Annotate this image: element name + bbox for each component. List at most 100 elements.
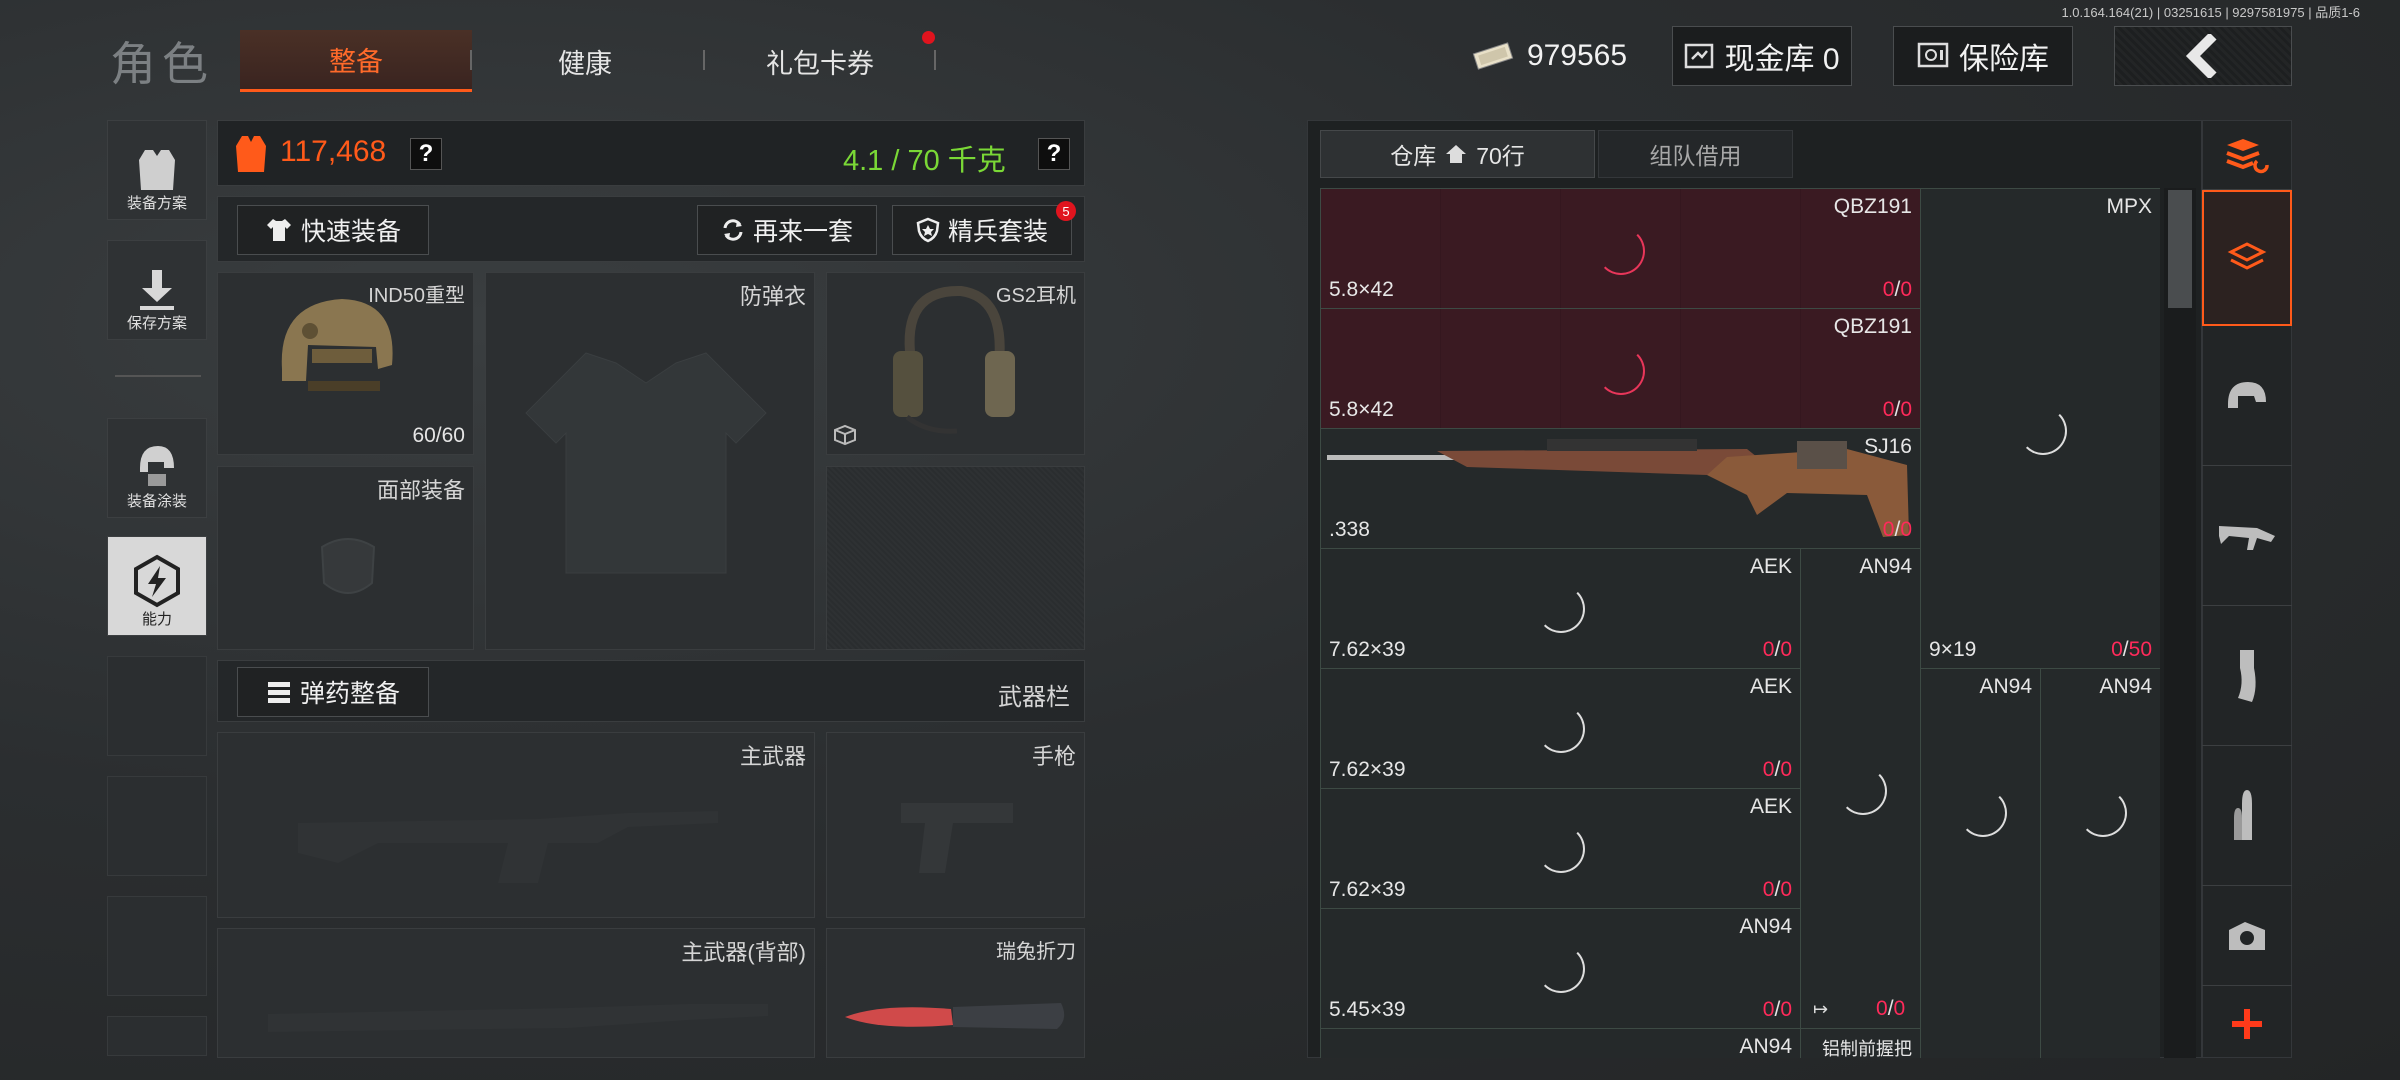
storage-item[interactable]: AEK 7.62×39 0/0: [1321, 549, 1801, 669]
back-weapon-label: 主武器(背部): [681, 940, 806, 965]
item-name: AN94: [1739, 1035, 1792, 1058]
shield-icon: [916, 217, 940, 243]
pistol-placeholder-icon: [901, 803, 1013, 873]
storage-item[interactable]: AN94: [1921, 669, 2041, 1058]
storage-item[interactable]: AN94: [1801, 549, 1921, 1029]
page-title: 角色: [110, 38, 214, 90]
item-name: AN94: [1859, 555, 1912, 578]
tab-team-borrow[interactable]: 组队借用: [1598, 130, 1793, 178]
item-name: AEK: [1749, 675, 1792, 698]
money-amount: 979565: [1526, 39, 1628, 72]
item-caliber: 7.62×39: [1329, 878, 1406, 901]
storage-item[interactable]: SJ16 .338 0/0: [1321, 429, 1921, 549]
value-vest-icon: [236, 136, 266, 172]
item-ammo: 0/0: [1882, 518, 1912, 541]
refresh-category-button[interactable]: [2202, 120, 2292, 190]
category-helmet[interactable]: [2202, 330, 2292, 466]
item-ammo: 0/0: [1882, 278, 1912, 301]
category-all[interactable]: [2202, 190, 2292, 326]
mask-placeholder-icon: [320, 538, 376, 594]
ability-label: 能力: [141, 611, 172, 628]
item-ammo: 0/0: [1762, 998, 1792, 1021]
loadout-plan-button[interactable]: 装备方案: [107, 120, 207, 220]
storage-item[interactable]: AEK 7.62×39 0/0: [1321, 789, 1801, 909]
item-name: AN94: [1979, 675, 2032, 698]
helmet-durability: 60/60: [412, 424, 465, 447]
stack-icon: [2227, 242, 2267, 270]
headset-name: GS2耳机: [995, 285, 1076, 307]
equipment-skin-button[interactable]: 装备涂装: [107, 418, 207, 518]
bullet-icon: [2234, 789, 2252, 840]
item-name: AN94: [2099, 675, 2152, 698]
headset-slot[interactable]: GS2耳机: [826, 272, 1085, 455]
add-category-button[interactable]: [2202, 990, 2292, 1058]
category-rifle[interactable]: [2202, 466, 2292, 606]
face-gear-label: 面部装备: [376, 478, 465, 503]
scrollbar-thumb[interactable]: [2168, 190, 2192, 308]
item-ammo: 0/0: [1762, 758, 1792, 781]
sight-icon: [2229, 921, 2265, 950]
detach-icon: ↦: [1813, 999, 1829, 1019]
lightning-hex-icon: [134, 554, 180, 608]
item-caliber: 5.8×42: [1329, 278, 1394, 301]
item-name: AN94: [1739, 915, 1792, 938]
primary-weapon-label: 主武器: [739, 744, 806, 769]
storage-item[interactable]: QBZ191 5.8×42 0/0: [1321, 189, 1921, 309]
vault-icon: [1685, 43, 1714, 69]
save-plan-button[interactable]: 保存方案: [107, 240, 207, 340]
sidebar-divider: [115, 375, 201, 377]
cash-vault-label: 现金库 0: [1724, 43, 1840, 76]
back-weapon-slot[interactable]: 主武器(背部): [217, 928, 815, 1058]
item-ammo: 0/0: [1762, 878, 1792, 901]
knife-slot[interactable]: 瑞兔折刀: [826, 928, 1085, 1058]
category-attachment[interactable]: [2202, 886, 2292, 986]
loadout-summary-bar: 117,468 ? 4.1 / 70 千克 ?: [217, 120, 1085, 186]
warehouse-label: 仓库: [1390, 143, 1437, 169]
weight-help-button[interactable]: ?: [1038, 138, 1070, 170]
tab-warehouse[interactable]: 仓库 70行: [1320, 130, 1595, 178]
ammo-equip-label: 弹药整备: [299, 680, 400, 708]
storage-scrollbar[interactable]: [2164, 188, 2196, 1058]
knife-name: 瑞兔折刀: [996, 941, 1076, 963]
repeat-label: 再来一套: [752, 218, 853, 246]
storage-item[interactable]: MPX 9×19 0/50: [1921, 189, 2160, 669]
category-magazine[interactable]: [2202, 606, 2292, 746]
item-name: SJ16: [1864, 435, 1912, 458]
cash-vault-button[interactable]: 现金库 0: [1672, 26, 1852, 86]
item-caliber: 5.45×39: [1329, 998, 1406, 1021]
warehouse-rows: 70行: [1476, 143, 1525, 169]
armor-slot[interactable]: 防弹衣: [485, 272, 815, 650]
repeat-button[interactable]: 再来一套: [697, 205, 877, 255]
item-ammo: 0/0: [1762, 638, 1792, 661]
loading-spinner: [2019, 407, 2067, 455]
storage-item[interactable]: AN94: [2041, 669, 2160, 1058]
weight-display: 4.1 / 70 千克: [843, 145, 1006, 177]
tab-loadout[interactable]: 整备: [240, 30, 472, 92]
helmet-slot[interactable]: IND50重型 60/60: [217, 272, 474, 455]
tab-divider: [934, 50, 936, 70]
tab-health[interactable]: 健康: [480, 30, 690, 92]
storage-item[interactable]: AEK 7.62×39 0/0: [1321, 669, 1801, 789]
primary-weapon-slot[interactable]: 主武器: [217, 732, 815, 918]
ammo-equip-button[interactable]: 弹药整备: [237, 667, 429, 717]
quick-equip-button[interactable]: 快速装备: [237, 205, 429, 255]
loading-spinner: [1537, 705, 1585, 753]
safe-label: 保险库: [1959, 43, 2049, 76]
storage-item[interactable]: QBZ191 5.8×42 0/0: [1321, 309, 1921, 429]
pistol-slot[interactable]: 手枪: [826, 732, 1085, 918]
tab-gift-cards[interactable]: 礼包卡券: [710, 30, 930, 92]
elite-kit-button[interactable]: 精兵套装: [892, 205, 1072, 255]
storage-item[interactable]: 铝制前握把: [1801, 1029, 1921, 1058]
loading-spinner: [1597, 227, 1645, 275]
back-button[interactable]: [2114, 26, 2292, 86]
storage-grid: QBZ191 5.8×42 0/0 QBZ191 5.8×42 0/0 SJ16…: [1320, 188, 2160, 1058]
vest-icon: [139, 150, 175, 190]
face-gear-slot[interactable]: 面部装备: [217, 466, 474, 650]
ability-button[interactable]: 能力: [107, 536, 207, 636]
category-ammo[interactable]: [2202, 746, 2292, 886]
safe-button[interactable]: 保险库: [1893, 26, 2073, 86]
value-help-button[interactable]: ?: [410, 138, 442, 170]
storage-item[interactable]: AN94 5.45×39 0/0: [1321, 909, 1801, 1029]
money-display: 979565: [1463, 26, 1633, 86]
storage-item[interactable]: AN94: [1321, 1029, 1801, 1058]
